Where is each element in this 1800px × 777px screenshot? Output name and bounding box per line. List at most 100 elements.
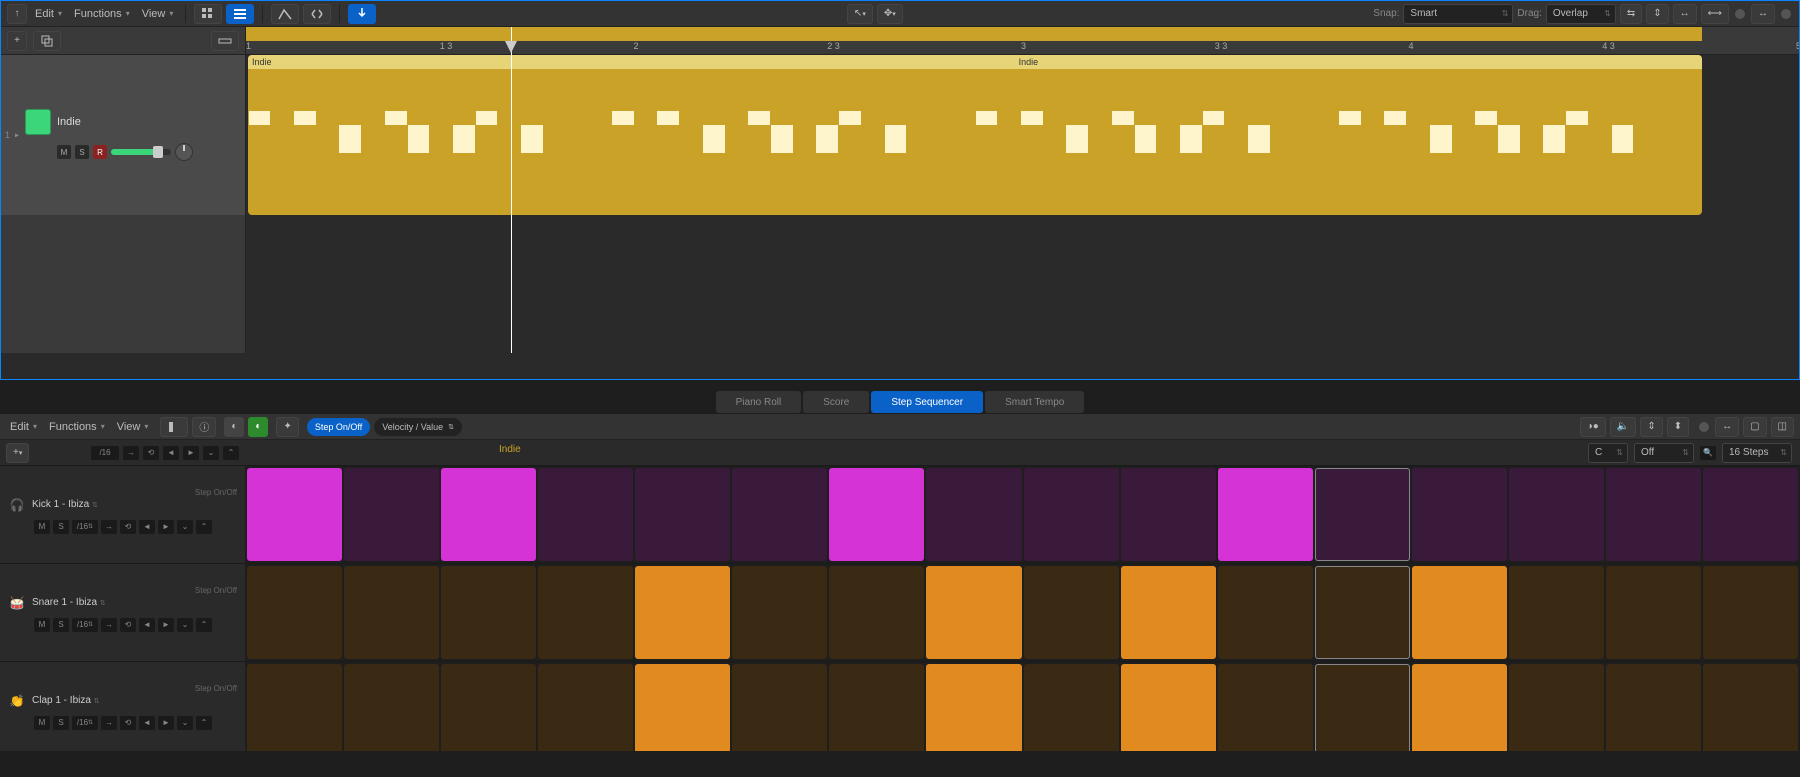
seq-step-cell[interactable] xyxy=(1509,468,1604,561)
seq-oct-up[interactable]: ► xyxy=(183,446,199,460)
seq-step-cell[interactable] xyxy=(538,468,633,561)
seq-step-cell[interactable] xyxy=(344,468,439,561)
seq-mono-button[interactable]: ◑● xyxy=(1580,417,1606,437)
seq-step-cell[interactable] xyxy=(1121,566,1216,659)
seq-row-dir[interactable]: → xyxy=(101,520,117,534)
seq-row-more[interactable]: ⌄ xyxy=(177,716,193,730)
track-row[interactable]: 1 ▸ Indie M S R xyxy=(1,55,245,215)
mode-step-on-off[interactable]: Step On/Off xyxy=(307,418,370,436)
seq-step-cell[interactable] xyxy=(829,468,924,561)
seq-step-cell[interactable] xyxy=(1024,566,1119,659)
seq-step-cell[interactable] xyxy=(1412,664,1507,751)
seq-step-cell[interactable] xyxy=(635,566,730,659)
seq-live-button[interactable]: ✦ xyxy=(276,417,298,437)
seq-view-menu[interactable]: View xyxy=(113,421,153,433)
seq-step-cell[interactable] xyxy=(1218,468,1313,561)
seq-step-cell[interactable] xyxy=(1121,664,1216,751)
seq-step-cell[interactable] xyxy=(1703,468,1798,561)
volume-slider[interactable] xyxy=(111,149,171,155)
zoom-v-button[interactable]: ⇕ xyxy=(1646,4,1668,24)
grid-view-button[interactable] xyxy=(194,4,222,24)
seq-row-next[interactable]: ► xyxy=(158,618,174,632)
seq-step-cell[interactable] xyxy=(1315,468,1410,561)
seq-step-cell[interactable] xyxy=(1606,664,1701,751)
seq-step-cell[interactable] xyxy=(247,468,342,561)
zoom-fit-button[interactable]: ↔ xyxy=(1673,4,1697,24)
automation-curve-button[interactable] xyxy=(271,4,299,24)
seq-step-cell[interactable] xyxy=(732,468,827,561)
zoom-h-button[interactable]: ⟷ xyxy=(1701,4,1729,24)
seq-preview-button[interactable]: ◐ xyxy=(248,417,268,437)
seq-row-dir[interactable]: → xyxy=(101,716,117,730)
seq-step-cell[interactable] xyxy=(1412,566,1507,659)
seq-window-button[interactable]: ▢ xyxy=(1743,417,1766,437)
seq-oct-down[interactable]: ◄ xyxy=(163,446,179,460)
seq-functions-menu[interactable]: Functions xyxy=(45,421,109,433)
playhead[interactable] xyxy=(511,27,512,353)
seq-row-div[interactable]: /16 ⇅ xyxy=(72,716,98,730)
edit-menu[interactable]: Edit xyxy=(31,8,66,20)
seq-row-div[interactable]: /16 ⇅ xyxy=(72,618,98,632)
seq-more-button[interactable]: ⌄ xyxy=(203,446,219,460)
alt-tool[interactable]: ✥▾ xyxy=(877,4,903,24)
tab-step-sequencer[interactable]: Step Sequencer xyxy=(871,391,983,413)
mute-button[interactable]: M xyxy=(57,145,71,159)
seq-step-cell[interactable] xyxy=(1606,468,1701,561)
seq-edit-menu[interactable]: Edit xyxy=(6,421,41,433)
seq-row-loop[interactable]: ⟲ xyxy=(120,618,136,632)
seq-steps-select[interactable]: 16 Steps xyxy=(1722,443,1792,463)
seq-step-cell[interactable] xyxy=(1218,566,1313,659)
seq-row-next[interactable]: ► xyxy=(158,520,174,534)
seq-track-row[interactable]: 👏Clap 1 - Ibiza ⇅Step On/OffMS/16 ⇅→⟲◄►⌄… xyxy=(0,662,245,751)
seq-step-cell[interactable] xyxy=(344,664,439,751)
seq-row-dir[interactable]: → xyxy=(101,618,117,632)
seq-v-zoom-button[interactable]: ⇕ xyxy=(1640,417,1662,437)
seq-row-solo[interactable]: S xyxy=(53,520,69,534)
up-arrow-button[interactable]: ↑ xyxy=(7,4,27,24)
seq-row-next[interactable]: ► xyxy=(158,716,174,730)
seq-key-select[interactable]: C xyxy=(1588,443,1628,463)
duplicate-track-button[interactable] xyxy=(33,31,61,51)
pan-knob[interactable] xyxy=(175,143,193,161)
seq-row-up[interactable]: ⌃ xyxy=(196,520,212,534)
snap-select[interactable]: Smart xyxy=(1403,4,1513,24)
seq-step-cell[interactable] xyxy=(1509,566,1604,659)
seq-step-cell[interactable] xyxy=(829,566,924,659)
seq-step-cell[interactable] xyxy=(1024,468,1119,561)
seq-row-mute[interactable]: M xyxy=(34,716,50,730)
arrange-grid[interactable]: 11 322 333 344 35 Indie Indie xyxy=(246,27,1799,353)
global-tracks-button[interactable] xyxy=(211,31,239,51)
seq-row-mute[interactable]: M xyxy=(34,520,50,534)
seq-row-solo[interactable]: S xyxy=(53,618,69,632)
seq-scale-select[interactable]: Off xyxy=(1634,443,1694,463)
seq-info-button[interactable]: ⓘ xyxy=(192,417,216,437)
seq-step-cell[interactable] xyxy=(926,664,1021,751)
seq-row-div[interactable]: /16 ⇅ xyxy=(72,520,98,534)
disclosure-icon[interactable]: ▸ xyxy=(15,131,19,140)
solo-button[interactable]: S xyxy=(75,145,89,159)
functions-menu[interactable]: Functions xyxy=(70,8,134,20)
seq-row-up[interactable]: ⌃ xyxy=(196,618,212,632)
seq-row-more[interactable]: ⌄ xyxy=(177,520,193,534)
seq-h-zoom-button[interactable]: ↔ xyxy=(1715,417,1739,437)
seq-step-cell[interactable] xyxy=(926,566,1021,659)
seq-up-button[interactable]: ⌃ xyxy=(223,446,239,460)
seq-step-cell[interactable] xyxy=(829,664,924,751)
view-menu[interactable]: View xyxy=(138,8,178,20)
seq-step-cell[interactable] xyxy=(1703,664,1798,751)
pointer-tool[interactable]: ↖▾ xyxy=(847,4,873,24)
seq-step-cell[interactable] xyxy=(1509,664,1604,751)
seq-row-mute[interactable]: M xyxy=(34,618,50,632)
seq-row-prev[interactable]: ◄ xyxy=(139,618,155,632)
seq-step-cell[interactable] xyxy=(1121,468,1216,561)
seq-loop-button[interactable]: ⟲ xyxy=(143,446,159,460)
link-button[interactable]: ⇆ xyxy=(1620,4,1642,24)
seq-dir-button[interactable]: → xyxy=(123,446,139,460)
mode-velocity-value[interactable]: Velocity / Value ⇅ xyxy=(374,418,462,436)
seq-step-cell[interactable] xyxy=(247,566,342,659)
catch-playhead-button[interactable] xyxy=(348,4,376,24)
seq-step-cell[interactable] xyxy=(1315,664,1410,751)
track-name-label[interactable]: Indie xyxy=(57,116,81,128)
seq-row-solo[interactable]: S xyxy=(53,716,69,730)
seq-step-cell[interactable] xyxy=(1218,664,1313,751)
